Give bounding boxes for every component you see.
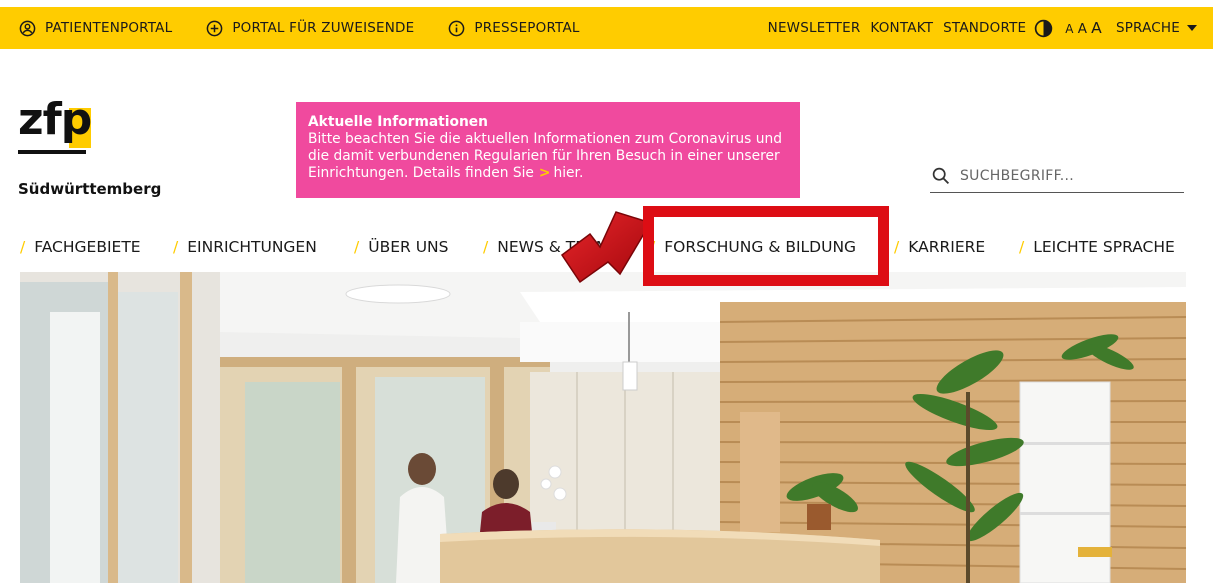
nav-separator: / bbox=[483, 238, 489, 256]
newsletter-link[interactable]: NEWSLETTER bbox=[768, 20, 861, 36]
nav-item-ueber-uns[interactable]: / ÜBER UNS bbox=[354, 238, 448, 256]
logo-underline bbox=[18, 150, 86, 154]
nav-item-fachgebiete[interactable]: / FACHGEBIETE bbox=[20, 238, 141, 256]
nav-separator: / bbox=[173, 238, 179, 256]
reception-photo bbox=[20, 272, 1186, 583]
site-logo[interactable]: zfp Südwürttemberg bbox=[18, 98, 168, 201]
top-bar-left: PATIENTENPORTAL PORTAL FÜR ZUWEISENDE PR… bbox=[19, 20, 614, 37]
nav-separator: / bbox=[354, 238, 360, 256]
search-bar bbox=[930, 160, 1184, 193]
search-input[interactable] bbox=[960, 168, 1170, 184]
font-size-small-button[interactable]: A bbox=[1065, 22, 1073, 36]
notice-title: Aktuelle Informationen bbox=[308, 114, 488, 130]
patientenportal-link[interactable]: PATIENTENPORTAL bbox=[19, 20, 172, 37]
nav-separator: / bbox=[1019, 238, 1025, 256]
nav-item-label: ÜBER UNS bbox=[368, 238, 449, 256]
logo-mark: zfp bbox=[18, 98, 94, 158]
contrast-toggle-icon[interactable] bbox=[1034, 19, 1053, 38]
nav-item-news-termine[interactable]: / NEWS & TERMINE bbox=[483, 238, 635, 256]
language-label: SPRACHE bbox=[1115, 20, 1180, 36]
main-navigation: / FACHGEBIETE / EINRICHTUNGEN / ÜBER UNS / N… bbox=[0, 238, 1213, 262]
hero-image bbox=[20, 272, 1186, 583]
nav-item-label: FACHGEBIETE bbox=[34, 238, 141, 256]
chevron-down-icon bbox=[1187, 25, 1197, 31]
language-dropdown[interactable]: SPRACHE bbox=[1116, 20, 1197, 36]
nav-separator: / bbox=[20, 238, 26, 256]
font-size-medium-button[interactable]: A bbox=[1078, 21, 1087, 37]
patientenportal-label: PATIENTENPORTAL bbox=[45, 20, 173, 36]
nav-item-einrichtungen[interactable]: / EINRICHTUNGEN bbox=[173, 238, 317, 256]
notice-details-link[interactable]: hier. bbox=[553, 165, 583, 181]
logo-subtitle: Südwürttemberg bbox=[18, 180, 162, 198]
zuweisende-portal-link[interactable]: PORTAL FÜR ZUWEISENDE bbox=[206, 20, 414, 37]
nav-item-label: LEICHTE SPRACHE bbox=[1033, 238, 1175, 256]
nav-item-label: EINRICHTUNGEN bbox=[187, 238, 317, 256]
nav-item-leichte-sprache[interactable]: / LEICHTE SPRACHE bbox=[1019, 238, 1175, 256]
plus-circle-icon bbox=[206, 20, 223, 37]
chevron-right-icon: > bbox=[538, 165, 551, 181]
person-circle-icon bbox=[19, 20, 36, 37]
zuweisende-portal-label: PORTAL FÜR ZUWEISENDE bbox=[232, 20, 415, 36]
nav-separator: / bbox=[894, 238, 900, 256]
kontakt-link[interactable]: KONTAKT bbox=[870, 20, 933, 36]
info-circle-icon bbox=[448, 20, 465, 37]
presseportal-label: PRESSEPORTAL bbox=[474, 20, 580, 36]
nav-item-label: KARRIERE bbox=[908, 238, 986, 256]
nav-item-label: NEWS & TERMINE bbox=[497, 238, 636, 256]
top-bar: PATIENTENPORTAL PORTAL FÜR ZUWEISENDE PR… bbox=[0, 7, 1213, 49]
font-size-large-button[interactable]: A bbox=[1091, 19, 1102, 37]
nav-item-karriere[interactable]: / KARRIERE bbox=[894, 238, 985, 256]
font-size-selector: A A A bbox=[1065, 19, 1106, 37]
search-icon[interactable] bbox=[932, 167, 950, 185]
top-bar-right: NEWSLETTER KONTAKT STANDORTE A A A SPRAC… bbox=[758, 19, 1197, 38]
logo-letters: zfp bbox=[18, 94, 92, 145]
presseportal-link[interactable]: PRESSEPORTAL bbox=[448, 20, 579, 37]
standorte-link[interactable]: STANDORTE bbox=[943, 20, 1026, 36]
corona-notice-banner: Aktuelle Informationen Bitte beachten Si… bbox=[296, 102, 800, 198]
highlight-box bbox=[643, 206, 889, 286]
